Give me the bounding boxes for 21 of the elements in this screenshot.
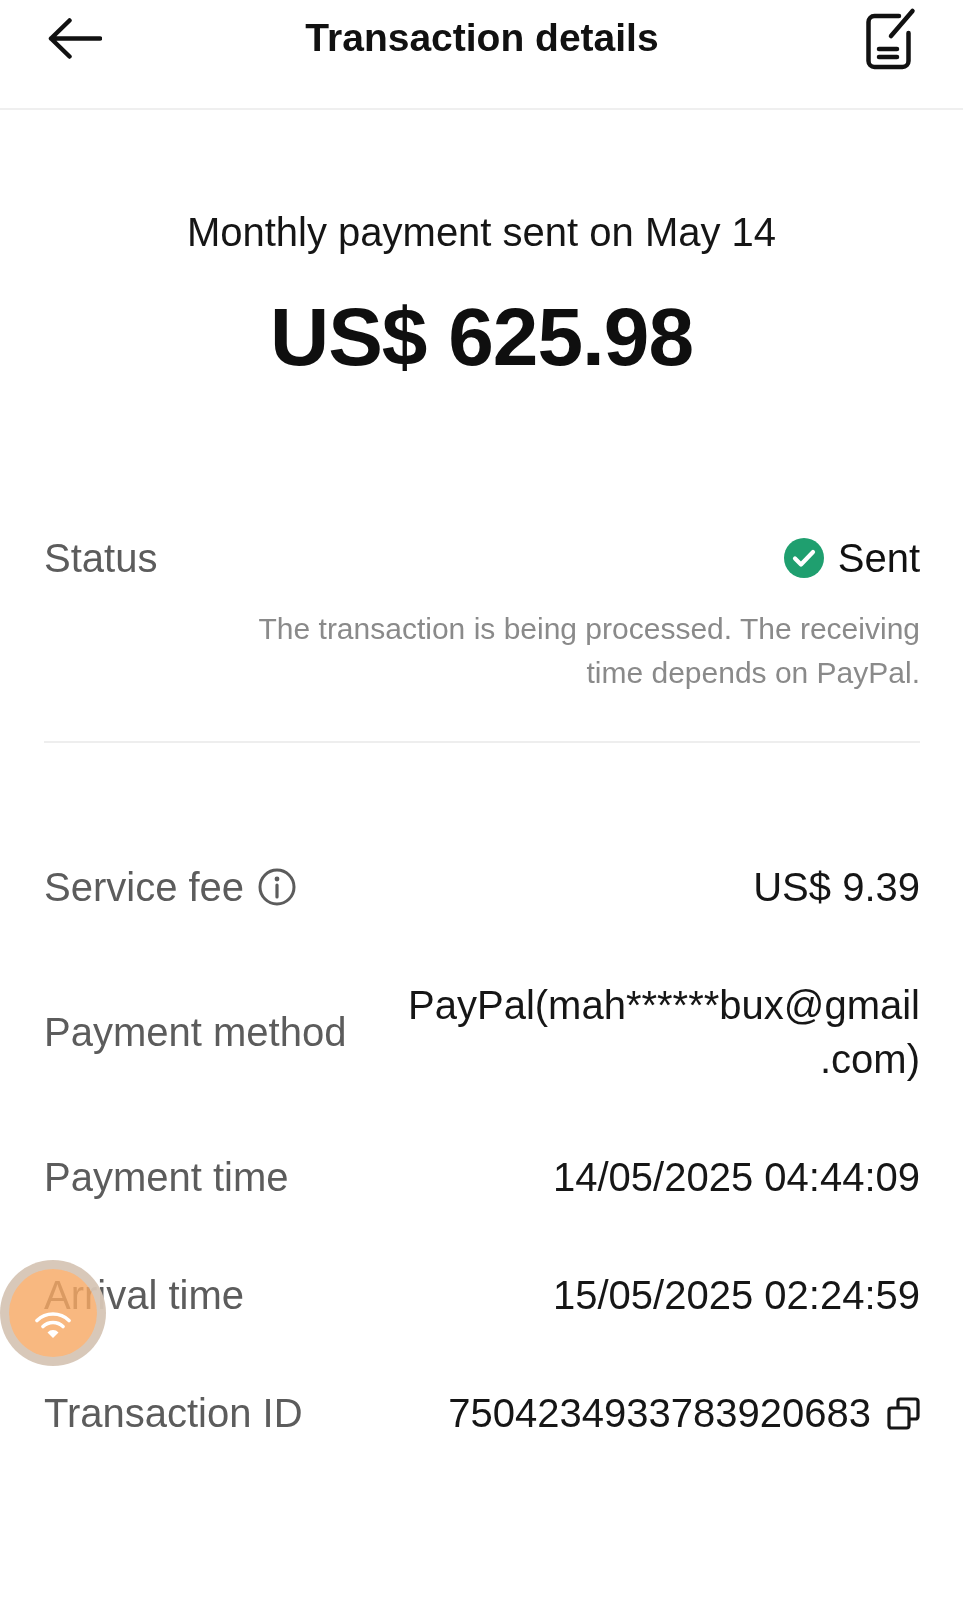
page-title: Transaction details [304,16,660,60]
payment-caption: Monthly payment sent on May 14 [186,209,777,256]
check-circle-icon [783,538,824,578]
status-note: The transaction is being processed. The receiving time depends on PayPal. [257,611,920,691]
payment-amount: US$ 625.98 [269,290,694,384]
wifi-icon [35,1311,71,1339]
detail-value: 7504234933783920683 [448,1390,871,1437]
detail-value: 15/05/2025 02:24:59 [553,1272,920,1319]
detail-value: US$ 9.39 [753,864,920,911]
back-arrow-icon[interactable] [48,17,102,59]
detail-label: Payment time [44,1154,289,1201]
detail-value: PayPal(mah******bux@gmail.com) [407,982,920,1083]
copy-icon[interactable] [887,1396,920,1430]
status-value: Sent [837,535,920,582]
note-edit-icon[interactable] [865,6,916,70]
detail-value: 14/05/2025 04:44:09 [553,1154,920,1201]
detail-label: Service fee [44,864,245,911]
status-label: Status [44,535,158,582]
detail-label: Transaction ID [44,1390,303,1437]
detail-label: Payment method [44,1009,347,1056]
info-icon[interactable] [258,868,297,906]
